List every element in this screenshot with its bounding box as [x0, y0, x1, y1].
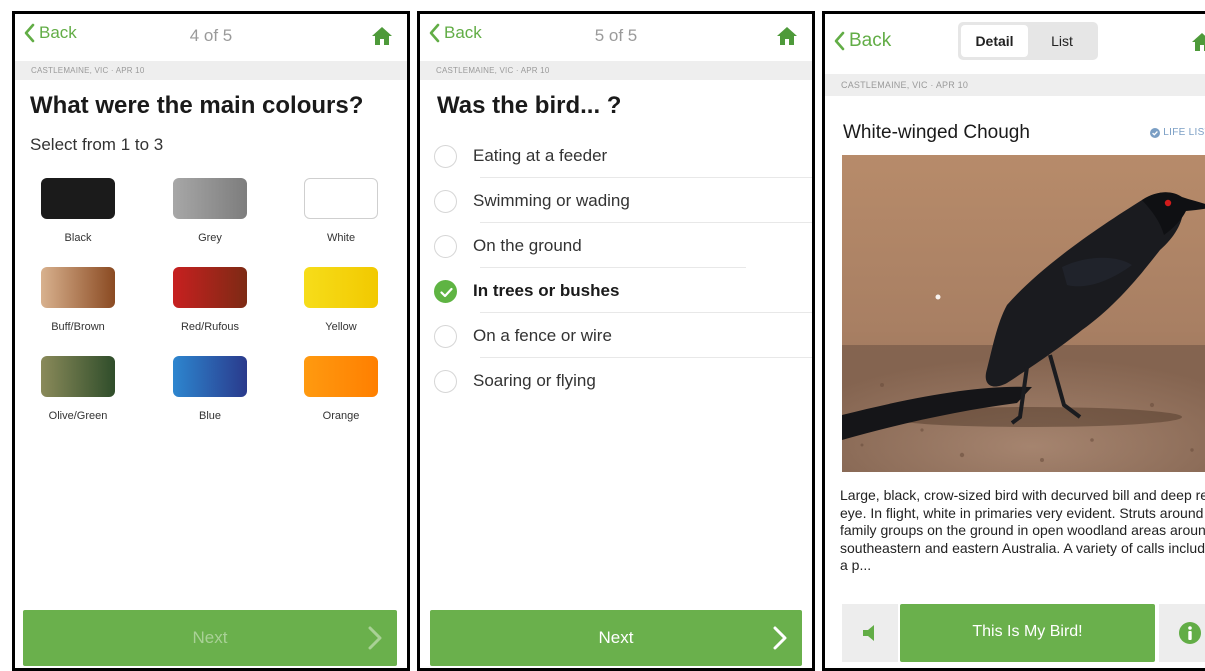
chevron-left-icon — [834, 31, 845, 51]
radio-button[interactable] — [434, 234, 457, 258]
info-button[interactable] — [1159, 604, 1205, 662]
color-swatch-olive-green — [41, 356, 115, 397]
swatch-label: Red/Rufous — [180, 321, 240, 333]
bird-photo-image — [842, 155, 1205, 472]
home-icon[interactable] — [371, 25, 393, 47]
swatch-grey[interactable]: Grey — [172, 178, 248, 244]
color-swatch-orange — [304, 356, 378, 397]
behaviour-selection-screen: Back 5 of 5 CASTLEMAINE, VIC · APR 10 Wa… — [417, 11, 815, 671]
swatch-label: White — [326, 232, 356, 244]
swatch-red-rufous[interactable]: Red/Rufous — [172, 267, 248, 333]
this-is-my-bird-button[interactable]: This Is My Bird! — [900, 604, 1155, 662]
page-title: Was the bird... ? — [437, 92, 622, 119]
bird-description: Large, black, crow-sized bird with decur… — [840, 487, 1205, 575]
nav-bar: Back Detail List — [825, 14, 1205, 60]
swatch-label: Yellow — [325, 321, 357, 333]
tab-list[interactable]: List — [1030, 25, 1094, 57]
swatch-buff-brown[interactable]: Buff/Brown — [40, 267, 116, 333]
speaker-icon — [863, 625, 874, 641]
color-swatch-grey — [173, 178, 247, 219]
color-swatch-yellow — [304, 267, 378, 308]
back-label: Back — [849, 30, 892, 51]
bird-name: White-winged Chough — [843, 122, 1030, 143]
next-label: Next — [598, 628, 634, 647]
swatch-label: Olive/Green — [48, 410, 108, 422]
location-date: CASTLEMAINE, VIC · APR 10 — [420, 61, 812, 80]
page-title: What were the main colours? — [30, 92, 364, 119]
step-indicator: 4 of 5 — [189, 26, 233, 45]
option-label: On the ground — [473, 236, 582, 255]
sound-button[interactable] — [842, 604, 898, 662]
bird-detail-screen: Back Detail List CASTLEMAINE, VIC · APR … — [822, 11, 1205, 671]
radio-button[interactable] — [434, 189, 457, 213]
option-in-trees-or-bushes[interactable]: In trees or bushes — [434, 269, 812, 313]
divider — [480, 357, 812, 358]
swatch-olive-green[interactable]: Olive/Green — [40, 356, 116, 422]
life-list-badge[interactable]: LIFE LIST — [1150, 127, 1205, 138]
next-label: Next — [192, 628, 228, 647]
chevron-right-icon — [773, 626, 787, 650]
radio-button[interactable] — [434, 144, 457, 168]
check-icon — [440, 287, 453, 297]
step-indicator: 5 of 5 — [594, 26, 638, 45]
location-date: CASTLEMAINE, VIC · APR 10 — [15, 61, 407, 80]
option-label: On a fence or wire — [473, 326, 612, 345]
divider — [480, 267, 746, 268]
radio-button[interactable] — [434, 369, 457, 393]
swatch-white[interactable]: White — [303, 178, 379, 244]
color-swatch-white — [304, 178, 378, 219]
swatch-label: Grey — [198, 232, 222, 244]
nav-bar: Back 5 of 5 — [420, 14, 812, 58]
swatch-label: Buff/Brown — [51, 321, 105, 333]
selection-hint: Select from 1 to 3 — [30, 135, 164, 154]
color-swatch-blue — [173, 356, 247, 397]
next-button[interactable]: Next — [430, 610, 802, 666]
home-icon[interactable] — [1191, 31, 1205, 53]
color-swatch-black — [41, 178, 115, 219]
option-soaring-or-flying[interactable]: Soaring or flying — [434, 359, 812, 403]
swatch-label: Black — [64, 232, 92, 244]
view-toggle: Detail List — [958, 22, 1098, 60]
radio-button[interactable] — [434, 324, 457, 348]
location-date: CASTLEMAINE, VIC · APR 10 — [825, 74, 1205, 96]
color-swatch-buff-brown — [41, 267, 115, 308]
bird-photo — [842, 155, 1205, 472]
option-on-the-ground[interactable]: On the ground — [434, 224, 812, 268]
next-button[interactable]: Next — [23, 610, 397, 666]
colour-selection-screen: Back 4 of 5 CASTLEMAINE, VIC · APR 10 Wh… — [12, 11, 410, 671]
option-label: Eating at a feeder — [473, 146, 608, 165]
option-swimming-or-wading[interactable]: Swimming or wading — [434, 179, 812, 223]
back-button[interactable]: Back — [833, 30, 891, 52]
option-on-fence-or-wire[interactable]: On a fence or wire — [434, 314, 812, 358]
action-bar: This Is My Bird! — [842, 604, 1205, 666]
nav-bar: Back 4 of 5 — [15, 14, 407, 58]
divider — [480, 312, 812, 313]
option-label: In trees or bushes — [473, 281, 620, 300]
swatch-yellow[interactable]: Yellow — [303, 267, 379, 333]
option-eating-at-feeder[interactable]: Eating at a feeder — [434, 134, 812, 178]
divider — [480, 222, 812, 223]
info-icon — [1179, 622, 1201, 644]
description-text: Large, black, crow-sized bird with decur… — [840, 487, 1205, 574]
primary-button-label: This Is My Bird! — [972, 623, 1083, 640]
tab-detail[interactable]: Detail — [961, 25, 1028, 57]
divider — [480, 177, 812, 178]
option-label: Soaring or flying — [473, 371, 596, 390]
home-icon[interactable] — [776, 25, 798, 47]
swatch-label: Blue — [198, 410, 222, 422]
swatch-black[interactable]: Black — [40, 178, 116, 244]
check-circle-icon — [1150, 127, 1161, 138]
swatch-blue[interactable]: Blue — [172, 356, 248, 422]
swatch-orange[interactable]: Orange — [303, 356, 379, 422]
chevron-right-icon — [368, 626, 382, 650]
life-list-label: LIFE LIST — [1163, 127, 1205, 138]
color-swatch-red-rufous — [173, 267, 247, 308]
swatch-label: Orange — [322, 410, 360, 422]
option-label: Swimming or wading — [473, 191, 630, 210]
radio-button-checked[interactable] — [434, 279, 457, 303]
